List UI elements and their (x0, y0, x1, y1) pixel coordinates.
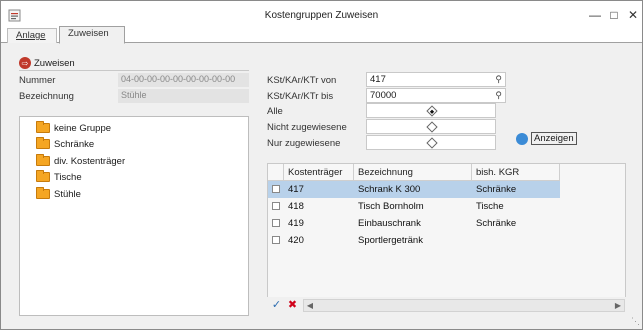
table-row[interactable]: 420 Sportlergetränk (268, 232, 560, 249)
title-bar: Kostengruppen Zuweisen — □ ✕ (1, 1, 642, 29)
folder-icon (36, 137, 50, 149)
group-tree: keine Gruppe Schränke div. Kostenträger … (19, 116, 249, 316)
nummer-label: Nummer (19, 75, 56, 86)
anzeigen-label: Anzeigen (531, 132, 577, 145)
tree-item[interactable]: Schränke (36, 137, 94, 151)
von-input[interactable]: 417 ⚲ (366, 72, 506, 87)
column-header-kgr[interactable]: bish. KGR (472, 164, 560, 181)
cell-kostentraeger: 419 (288, 218, 304, 229)
option-nicht-zugewiesene-radio[interactable] (366, 119, 496, 134)
column-header-kostentraeger[interactable]: Kostenträger (284, 164, 354, 181)
minimize-icon[interactable]: — (587, 7, 603, 23)
delete-icon[interactable]: ✖ (286, 298, 299, 311)
bis-label: KSt/KAr/KTr bis (267, 91, 334, 102)
horizontal-scrollbar[interactable]: ◀ ▶ (303, 299, 625, 312)
radio-selected-icon (426, 105, 438, 117)
tree-item[interactable]: Stühle (36, 187, 81, 201)
search-icon[interactable]: ⚲ (495, 74, 502, 85)
cell-bezeichnung: Tisch Bornholm (358, 201, 424, 212)
folder-icon (36, 154, 50, 166)
close-icon[interactable]: ✕ (625, 7, 641, 23)
folder-icon (36, 121, 50, 133)
folder-icon (36, 170, 50, 182)
option-nicht-zugewiesene-label: Nicht zugewiesene (267, 122, 347, 133)
option-alle-label: Alle (267, 106, 283, 117)
bis-input[interactable]: 70000 ⚲ (366, 88, 506, 103)
tab-zuweisen[interactable]: Zuweisen (59, 26, 125, 44)
tree-item-label: div. Kostenträger (54, 155, 126, 167)
option-nur-zugewiesene-radio[interactable] (366, 135, 496, 150)
row-checkbox[interactable] (272, 185, 280, 193)
row-checkbox[interactable] (272, 219, 280, 227)
radio-icon (426, 121, 438, 133)
table-row[interactable]: 417 Schrank K 300 Schränke (268, 181, 560, 198)
maximize-icon[interactable]: □ (606, 7, 622, 23)
bezeichnung-value: Stühle (118, 89, 249, 103)
tree-item-label: Schränke (54, 138, 95, 150)
tab-anlage-label: Anlage (16, 30, 46, 41)
tree-item[interactable]: Tische (36, 170, 82, 184)
section-divider (19, 70, 249, 71)
column-header-bezeichnung[interactable]: Bezeichnung (354, 164, 472, 181)
tree-item-label: Stühle (54, 188, 81, 200)
tree-item[interactable]: div. Kostenträger (36, 154, 125, 168)
refresh-icon (516, 132, 528, 145)
option-nur-zugewiesene-label: Nur zugewiesene (267, 138, 341, 149)
dialog-window: Kostengruppen Zuweisen — □ ✕ Anlage Zuwe… (0, 0, 643, 330)
bis-value: 70000 (370, 90, 397, 101)
tree-item-label: Tische (54, 171, 82, 183)
cell-kgr: Schränke (476, 218, 517, 229)
radio-icon (426, 137, 438, 149)
table-row[interactable]: 418 Tisch Bornholm Tische (268, 198, 560, 215)
row-checkbox[interactable] (272, 236, 280, 244)
resize-grip-icon[interactable]: ⋱ (631, 316, 640, 327)
option-alle-radio[interactable] (366, 103, 496, 118)
cell-bezeichnung: Einbauschrank (358, 218, 421, 229)
folder-icon (36, 187, 50, 199)
tree-item-label: keine Gruppe (54, 122, 112, 134)
cell-kostentraeger: 420 (288, 235, 304, 246)
nummer-value: 04-00-00-00-00-00-00-00-00 (118, 73, 249, 87)
cell-bezeichnung: Schrank K 300 (358, 184, 421, 195)
section-label: Zuweisen (34, 57, 75, 69)
cell-bezeichnung: Sportlergetränk (358, 235, 423, 246)
bezeichnung-label: Bezeichnung (19, 91, 74, 102)
tab-anlage[interactable]: Anlage (7, 28, 57, 43)
cell-kostentraeger: 418 (288, 201, 304, 212)
table-row[interactable]: 419 Einbauschrank Schränke (268, 215, 560, 232)
cost-carrier-grid: Kostenträger Bezeichnung bish. KGR 417 S… (267, 163, 626, 311)
cell-kgr: Tische (476, 201, 504, 212)
window-title: Kostengruppen Zuweisen (264, 10, 379, 21)
assign-selected-icon[interactable]: ✓ (270, 298, 283, 311)
section-zuweisen[interactable]: ⇨ Zuweisen (19, 56, 75, 70)
column-header-check (268, 164, 284, 181)
scroll-right-icon[interactable]: ▶ (612, 300, 624, 311)
scroll-left-icon[interactable]: ◀ (304, 300, 316, 311)
tab-bar: Anlage Zuweisen (1, 26, 642, 44)
search-icon[interactable]: ⚲ (495, 90, 502, 101)
von-label: KSt/KAr/KTr von (267, 75, 337, 86)
anzeigen-button[interactable]: Anzeigen (516, 131, 582, 146)
tab-zuweisen-label: Zuweisen (68, 28, 109, 39)
von-value: 417 (370, 74, 386, 85)
cell-kostentraeger: 417 (288, 184, 304, 195)
cell-kgr: Schränke (476, 184, 517, 195)
tree-item[interactable]: keine Gruppe (36, 121, 111, 135)
assign-icon: ⇨ (19, 57, 31, 69)
row-checkbox[interactable] (272, 202, 280, 210)
